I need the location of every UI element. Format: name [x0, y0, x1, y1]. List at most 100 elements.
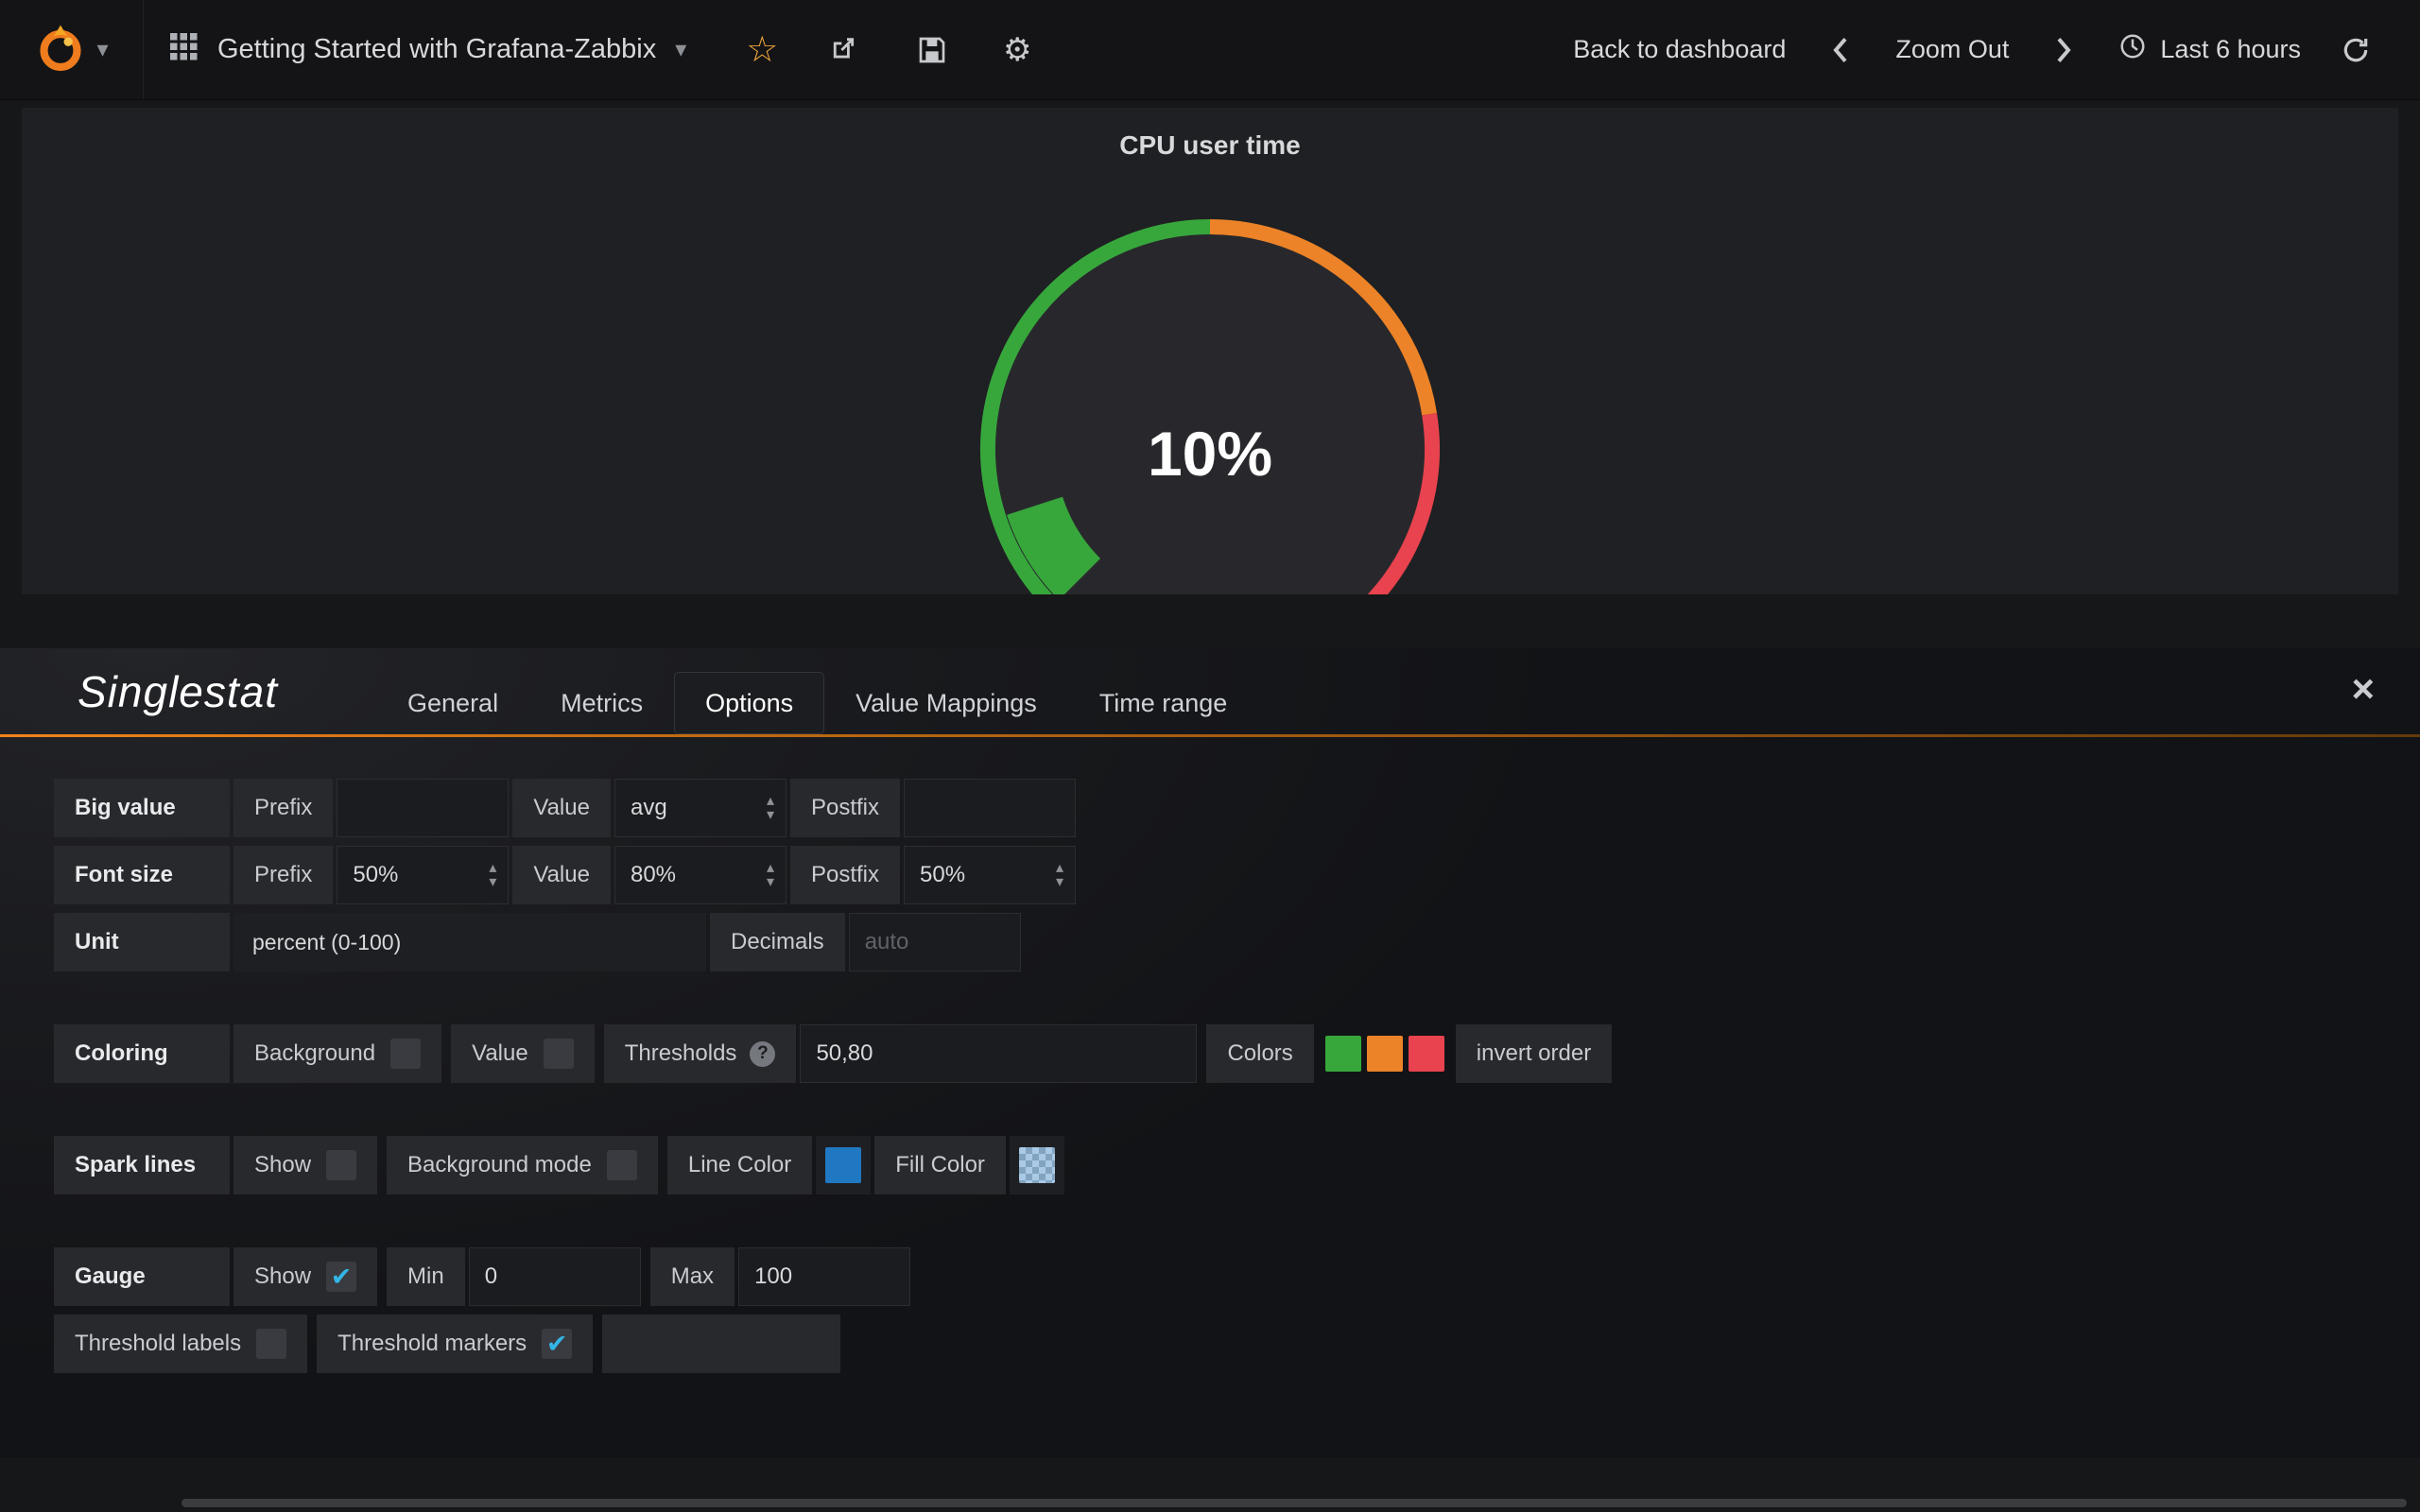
big-value-value-label: Value — [512, 779, 611, 837]
threshold-labels-checkbox[interactable] — [256, 1329, 286, 1359]
gauge-show-label: Show ✔ — [233, 1247, 377, 1306]
close-editor-icon[interactable]: × — [2351, 669, 2375, 709]
empty-form-cell — [602, 1314, 840, 1373]
time-range-label: Last 6 hours — [2160, 35, 2301, 64]
clock-icon — [2118, 32, 2147, 67]
color-swatch-red[interactable] — [1409, 1036, 1444, 1072]
font-size-prefix-label: Prefix — [233, 846, 333, 904]
navbar-right: Back to dashboard Zoom Out Last 6 hours — [1573, 29, 2420, 71]
font-size-value-select[interactable]: 80% ▴▾ — [614, 846, 786, 904]
unit-value: percent (0-100) — [252, 930, 401, 955]
panel-type-title: Singlestat — [78, 666, 278, 717]
star-icon[interactable]: ☆ — [741, 29, 783, 71]
fill-color-label: Fill Color — [874, 1136, 1006, 1194]
big-value-prefix-input[interactable] — [337, 779, 509, 837]
line-color-swatch[interactable] — [825, 1147, 861, 1183]
coloring-row-label: Coloring — [54, 1024, 230, 1083]
gauge-value-text: 10% — [945, 418, 1475, 490]
decimals-input[interactable] — [849, 913, 1021, 971]
font-size-postfix-label: Postfix — [790, 846, 900, 904]
panel-editor: Singlestat General Metrics Options Value… — [0, 648, 2420, 1458]
top-navbar: ▾ Getting Started with Grafana-Zabbix ▾ … — [0, 0, 2420, 100]
tab-general[interactable]: General — [376, 672, 529, 734]
help-icon[interactable]: ? — [750, 1041, 775, 1067]
caret-down-icon: ▾ — [96, 36, 108, 63]
back-to-dashboard-button[interactable]: Back to dashboard — [1573, 35, 1786, 64]
tab-options[interactable]: Options — [674, 672, 824, 734]
gear-icon[interactable]: ⚙ — [996, 29, 1038, 71]
big-value-postfix-input[interactable] — [904, 779, 1076, 837]
select-spinner-icon: ▴▾ — [1056, 861, 1063, 889]
spark-lines-row-label: Spark lines — [54, 1136, 230, 1194]
font-size-prefix-select[interactable]: 50% ▴▾ — [337, 846, 509, 904]
coloring-background-label: Background — [233, 1024, 441, 1083]
caret-down-icon: ▾ — [675, 36, 686, 63]
gauge-max-input[interactable] — [738, 1247, 910, 1306]
big-value-row-label: Big value — [54, 779, 230, 837]
gauge-show-text: Show — [254, 1263, 311, 1290]
background-mode-label: Background mode — [387, 1136, 658, 1194]
grafana-menu-button[interactable]: ▾ — [0, 0, 144, 99]
font-size-value-label: Value — [512, 846, 611, 904]
editor-header: Singlestat General Metrics Options Value… — [0, 648, 2420, 734]
tab-value-mappings[interactable]: Value Mappings — [824, 672, 1068, 734]
unit-row: Unit percent (0-100) Decimals — [54, 913, 2420, 971]
background-mode-text: Background mode — [407, 1152, 592, 1178]
select-spinner-icon: ▴▾ — [489, 861, 496, 889]
big-value-postfix-label: Postfix — [790, 779, 900, 837]
horizontal-scrollbar[interactable] — [182, 1499, 2407, 1507]
coloring-row: Coloring Background Value Thresholds ? C… — [54, 1024, 2420, 1083]
chevron-left-icon[interactable] — [1820, 29, 1861, 71]
coloring-value-text: Value — [472, 1040, 528, 1067]
select-spinner-icon: ▴▾ — [767, 861, 774, 889]
select-spinner-icon: ▴▾ — [767, 794, 774, 822]
big-value-stat-select[interactable]: avg ▴▾ — [614, 779, 786, 837]
font-size-postfix-select[interactable]: 50% ▴▾ — [904, 846, 1076, 904]
invert-order-button[interactable]: invert order — [1456, 1024, 1612, 1083]
tab-metrics[interactable]: Metrics — [529, 672, 674, 734]
fill-color-swatch[interactable] — [1019, 1147, 1055, 1183]
spark-lines-show-checkbox[interactable] — [326, 1150, 356, 1180]
font-size-prefix-value: 50% — [353, 862, 398, 888]
big-value-stat-value: avg — [631, 795, 667, 821]
color-swatch-orange[interactable] — [1367, 1036, 1403, 1072]
refresh-icon[interactable] — [2335, 29, 2377, 71]
panel-title[interactable]: CPU user time — [22, 130, 2398, 161]
font-size-row: Font size Prefix 50% ▴▾ Value 80% ▴▾ Pos… — [54, 846, 2420, 904]
dashboard-title-dropdown[interactable]: Getting Started with Grafana-Zabbix ▾ — [144, 0, 713, 99]
color-swatch-green[interactable] — [1325, 1036, 1361, 1072]
singlestat-panel-preview: CPU user time 10% — [22, 108, 2398, 594]
gauge-show-checkbox[interactable]: ✔ — [326, 1262, 356, 1292]
big-value-prefix-label: Prefix — [233, 779, 333, 837]
thresholds-label: Thresholds ? — [604, 1024, 797, 1083]
chevron-right-icon[interactable] — [2043, 29, 2084, 71]
gauge-min-input[interactable] — [469, 1247, 641, 1306]
spark-lines-row: Spark lines Show Background mode Line Co… — [54, 1136, 2420, 1194]
thresholds-input[interactable] — [800, 1024, 1197, 1083]
save-icon[interactable] — [911, 29, 953, 71]
threshold-labels-text: Threshold labels — [75, 1331, 241, 1357]
line-color-swatch-box — [816, 1136, 871, 1194]
coloring-value-checkbox[interactable] — [544, 1039, 574, 1069]
font-size-postfix-value: 50% — [920, 862, 965, 888]
unit-row-label: Unit — [54, 913, 230, 971]
decimals-label: Decimals — [710, 913, 845, 971]
dashboard-title: Getting Started with Grafana-Zabbix — [217, 34, 656, 65]
coloring-background-checkbox[interactable] — [390, 1039, 421, 1069]
threshold-markers-text: Threshold markers — [337, 1331, 527, 1357]
threshold-labels-label: Threshold labels — [54, 1314, 307, 1373]
threshold-markers-checkbox[interactable]: ✔ — [542, 1329, 572, 1359]
line-color-label: Line Color — [667, 1136, 812, 1194]
share-icon[interactable] — [826, 29, 868, 71]
tab-time-range[interactable]: Time range — [1068, 672, 1259, 734]
font-size-row-label: Font size — [54, 846, 230, 904]
threshold-markers-label: Threshold markers ✔ — [317, 1314, 593, 1373]
time-range-picker[interactable]: Last 6 hours — [2118, 32, 2301, 67]
gauge-row-label: Gauge — [54, 1247, 230, 1306]
big-value-row: Big value Prefix Value avg ▴▾ Postfix — [54, 779, 2420, 837]
spark-lines-group: Spark lines Show Background mode Line Co… — [54, 1136, 2420, 1194]
zoom-out-button[interactable]: Zoom Out — [1895, 35, 2009, 64]
coloring-group: Coloring Background Value Thresholds ? C… — [54, 1024, 2420, 1083]
unit-picker[interactable]: percent (0-100) — [233, 913, 706, 971]
background-mode-checkbox[interactable] — [607, 1150, 637, 1180]
